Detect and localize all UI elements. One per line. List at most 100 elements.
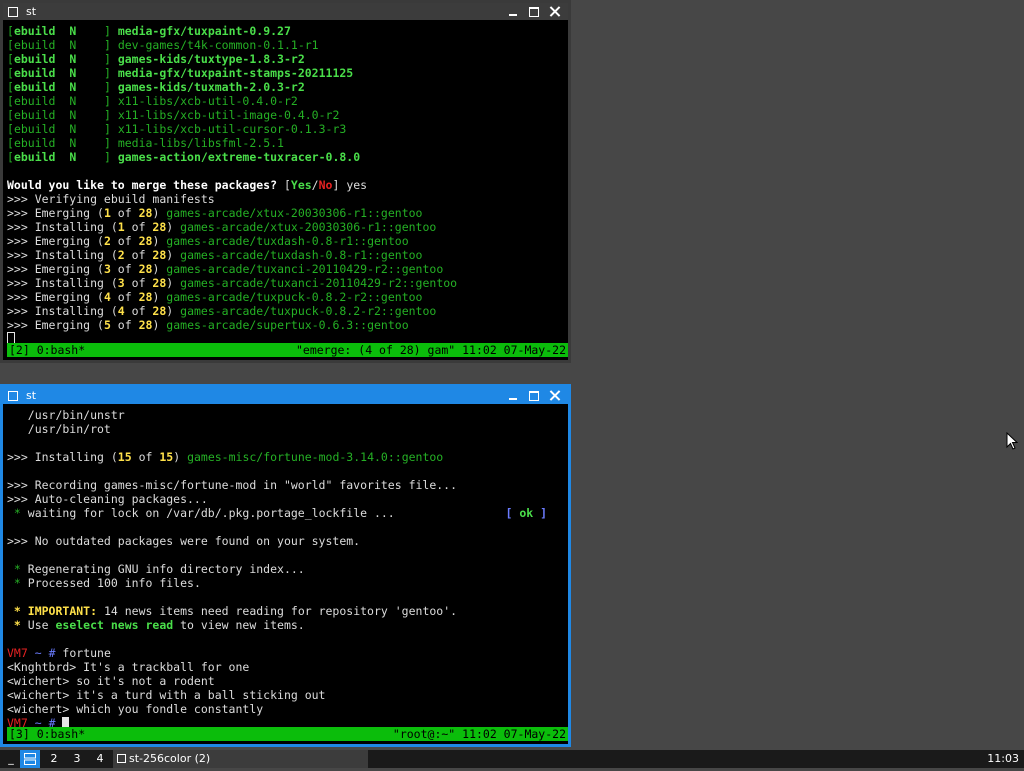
terminal-text: ebuild N: [13, 122, 104, 136]
window-menu-icon[interactable]: [8, 6, 18, 17]
workspace-1-active[interactable]: [20, 750, 40, 768]
mouse-pointer-icon: [1006, 432, 1018, 450]
terminal-text: ): [152, 318, 167, 332]
terminal-text: IMPORTANT:: [27, 604, 98, 618]
taskbar-window-label: st-256color (2): [129, 752, 211, 765]
terminal-line: [ebuild N ] x11-libs/xcb-util-cursor-0.1…: [7, 122, 567, 136]
terminal-text: *: [7, 506, 28, 520]
terminal-window-top[interactable]: st [ebuild N ] media-gfx/tuxpaint-0.9.27…: [0, 0, 571, 363]
terminal-text: 28: [152, 304, 167, 318]
terminal-text: ] yes: [332, 178, 368, 192]
terminal-line: >>> Auto-cleaning packages...: [7, 492, 567, 506]
terminal-text: games-arcade/xtux-20030306-r1::gentoo: [180, 220, 437, 234]
terminal-line: [ebuild N ] x11-libs/xcb-util-0.4.0-r2: [7, 94, 567, 108]
terminal-text: games-kids/tuxmath-2.0.3-r2: [117, 80, 305, 94]
terminal-text: games-arcade/tuxdash-0.8-r1::gentoo: [180, 248, 423, 262]
layout-indicator[interactable]: _: [4, 750, 18, 768]
terminal-output[interactable]: [ebuild N ] media-gfx/tuxpaint-0.9.27 [eb…: [7, 24, 567, 346]
terminal-line: [ebuild N ] x11-libs/xcb-util-image-0.4.…: [7, 108, 567, 122]
terminal-text: [: [7, 122, 14, 136]
tmux-window-list[interactable]: [3] 0:bash*: [7, 727, 87, 741]
terminal-line: >>> Emerging (5 of 28) games-arcade/supe…: [7, 318, 567, 332]
terminal-text: #: [48, 646, 63, 660]
terminal-text: 28: [152, 248, 167, 262]
workspace-3[interactable]: 3: [67, 750, 87, 768]
maximize-button[interactable]: [523, 3, 544, 20]
terminal-line: [ebuild N ] games-kids/tuxmath-2.0.3-r2: [7, 80, 567, 94]
terminal-line: >>> Installing (1 of 28) games-arcade/xt…: [7, 220, 567, 234]
terminal-line: VM7 ~ # fortune: [7, 646, 567, 660]
terminal-text: *: [7, 604, 28, 618]
terminal-text: *: [7, 562, 28, 576]
terminal-text: [: [7, 150, 14, 164]
terminal-text: ]: [103, 122, 118, 136]
tmux-window-list[interactable]: [2] 0:bash*: [7, 343, 87, 357]
terminal-line: * Regenerating GNU info directory index.…: [7, 562, 567, 576]
close-icon: [549, 390, 560, 401]
terminal-text: [: [7, 52, 14, 66]
terminal-text: 1: [103, 206, 111, 220]
terminal-text: >>> Emerging (: [7, 318, 104, 332]
terminal-text: ]: [103, 38, 118, 52]
terminal-text: ]: [103, 66, 118, 80]
terminal-text: ): [152, 206, 167, 220]
close-icon: [549, 6, 560, 17]
window-titlebar[interactable]: st: [3, 387, 568, 404]
terminal-text: of: [124, 276, 153, 290]
terminal-text: games-arcade/tuxanci-20110429-r2::gentoo: [180, 276, 458, 290]
terminal-line: [ebuild N ] games-action/extreme-tuxrace…: [7, 150, 567, 164]
terminal-line: >>> Recording games-misc/fortune-mod in …: [7, 478, 567, 492]
minimize-button[interactable]: [502, 3, 523, 20]
terminal-line: >>> No outdated packages were found on y…: [7, 534, 567, 548]
terminal-text: ): [152, 262, 167, 276]
terminal-text: 14 news items need reading for repositor…: [97, 604, 458, 618]
terminal-text: 28: [138, 318, 153, 332]
terminal-output[interactable]: /usr/bin/unstr /usr/bin/rot >>> Installin…: [7, 408, 567, 730]
terminal-text: VM7: [7, 646, 28, 660]
workspace-4[interactable]: 4: [90, 750, 110, 768]
terminal-text: ): [152, 234, 167, 248]
terminal-text: [: [7, 38, 14, 52]
terminal-text: [: [505, 506, 520, 520]
terminal-line: [ebuild N ] games-kids/tuxtype-1.8.3-r2: [7, 52, 567, 66]
terminal-text: ebuild N: [13, 24, 104, 38]
window-icon: [117, 754, 126, 763]
terminal-text: ebuild N: [13, 108, 104, 122]
maximize-button[interactable]: [523, 387, 544, 404]
terminal-text: [: [283, 178, 291, 192]
terminal-text: ]: [103, 94, 118, 108]
terminal-line: <wichert> it's a turd with a ball sticki…: [7, 688, 567, 702]
terminal-text: Regenerating GNU info directory index...: [27, 562, 305, 576]
terminal-line: >>> Installing (2 of 28) games-arcade/tu…: [7, 248, 567, 262]
terminal-text: of: [110, 206, 139, 220]
terminal-text: to view new items.: [173, 618, 305, 632]
taskbar-window-item[interactable]: st-256color (2): [113, 750, 368, 768]
terminal-text: 15: [117, 450, 132, 464]
window-title: st: [26, 389, 37, 402]
terminal-text: >>> Emerging (: [7, 290, 104, 304]
window-menu-icon[interactable]: [8, 390, 18, 401]
terminal-text: >>> Installing (: [7, 450, 118, 464]
terminal-text: media-libs/libsfml-2.5.1: [117, 136, 284, 150]
terminal-text: ]: [103, 108, 118, 122]
terminal-line: [ebuild N ] media-gfx/tuxpaint-stamps-20…: [7, 66, 567, 80]
terminal-text: 2: [117, 248, 125, 262]
terminal-text: Yes: [290, 178, 312, 192]
window-titlebar[interactable]: st: [3, 3, 568, 20]
close-button[interactable]: [544, 3, 565, 20]
terminal-text: ebuild N: [13, 52, 104, 66]
terminal-window-bottom[interactable]: st /usr/bin/unstr /usr/bin/rot >>> Instal…: [0, 384, 571, 747]
close-button[interactable]: [544, 387, 565, 404]
terminal-line: [ebuild N ] media-gfx/tuxpaint-0.9.27: [7, 24, 567, 38]
terminal-text: of: [110, 234, 139, 248]
workspace-2[interactable]: 2: [44, 750, 64, 768]
terminal-text: of: [131, 450, 160, 464]
terminal-text: 3: [117, 276, 125, 290]
terminal-text: 1: [117, 220, 125, 234]
minimize-button[interactable]: [502, 387, 523, 404]
terminal-line: >>> Installing (3 of 28) games-arcade/tu…: [7, 276, 567, 290]
terminal-text: >>> Emerging (: [7, 206, 104, 220]
